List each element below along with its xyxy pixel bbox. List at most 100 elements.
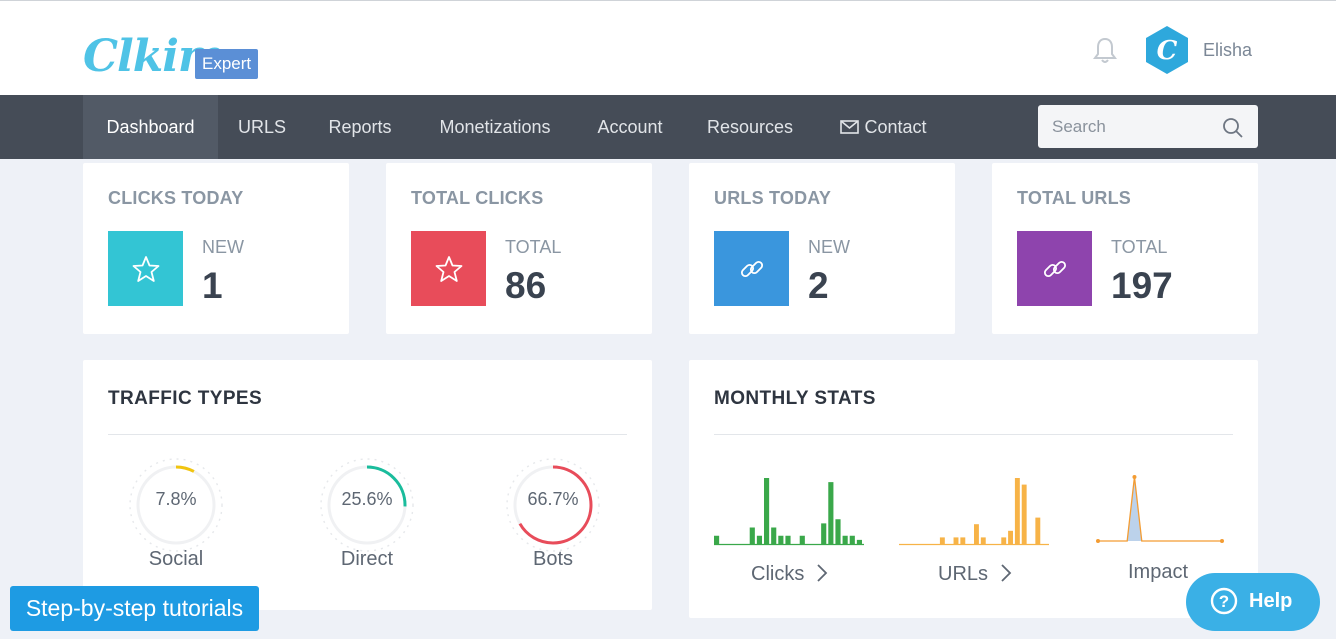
bar — [849, 535, 855, 544]
chevron-right-icon — [817, 564, 828, 582]
divider — [714, 434, 1233, 435]
gauge-bots: 66.7% Bots — [503, 455, 603, 585]
bar — [778, 535, 784, 544]
impact-point — [1096, 539, 1100, 543]
bar — [1001, 537, 1007, 544]
stat-title: CLICKS TODAY — [108, 188, 244, 208]
stat-label: TOTAL — [505, 237, 562, 257]
bar — [1021, 484, 1027, 544]
impact-point — [1220, 539, 1224, 543]
nav-item-urls[interactable]: URLS — [228, 95, 296, 159]
bar — [960, 537, 966, 544]
stat-icon-box — [1017, 231, 1092, 306]
gauge-percent: 25.6% — [341, 489, 393, 509]
bar — [856, 539, 862, 544]
bar — [1035, 517, 1041, 544]
divider — [108, 434, 627, 435]
link-icon — [1043, 260, 1066, 277]
search-icon[interactable] — [1221, 116, 1245, 140]
question-icon: ? — [1210, 587, 1238, 615]
nav-item-reports[interactable]: Reports — [316, 95, 404, 159]
gauge-label: Bots — [532, 548, 574, 570]
stat-icon-box — [411, 231, 486, 306]
nav-item-account[interactable]: Account — [585, 95, 675, 159]
impact-area-chart[interactable] — [1096, 470, 1224, 546]
header: Clkim Expert C Elisha — [0, 0, 1336, 95]
stat-label: NEW — [202, 237, 244, 257]
bar — [974, 524, 979, 544]
gauge-label: Social — [148, 548, 204, 570]
main-nav: Dashboard URLS Reports Monetizations Acc… — [0, 95, 1336, 159]
help-button[interactable]: ? Help — [1186, 573, 1320, 631]
bar — [953, 537, 959, 544]
panel-title: MONTHLY STATS — [714, 388, 876, 409]
bell-icon[interactable] — [1091, 36, 1119, 66]
clicks-label: Clicks — [751, 563, 805, 585]
urls-label: URLs — [938, 563, 989, 585]
stat-card-total-clicks: TOTAL CLICKS TOTAL 86 — [386, 163, 652, 334]
search-box — [1038, 105, 1258, 148]
bar — [939, 537, 945, 544]
gauge-social: 7.8% Social — [126, 455, 226, 585]
bar — [828, 482, 834, 544]
stat-value: 86 — [505, 265, 547, 306]
stat-title: TOTAL CLICKS — [411, 188, 544, 208]
star-icon — [435, 255, 462, 282]
bar — [714, 535, 720, 544]
stat-title: URLS TODAY — [714, 188, 832, 208]
bar — [835, 519, 841, 544]
stat-icon-box — [714, 231, 789, 306]
bar — [980, 537, 986, 544]
urls-bar-chart[interactable] — [899, 470, 1049, 546]
tutorials-button[interactable]: Step-by-step tutorials — [10, 586, 259, 631]
avatar[interactable]: C — [1145, 25, 1189, 75]
stat-icon-box — [108, 231, 183, 306]
gauge-percent: 7.8% — [155, 489, 197, 509]
monthly-stats-panel: MONTHLY STATS Clicks URLs Impact — [689, 360, 1258, 618]
bar — [771, 527, 777, 544]
bar — [1008, 530, 1013, 544]
impact-point — [1132, 475, 1137, 479]
nav-item-monetizations[interactable]: Monetizations — [424, 95, 566, 159]
nav-item-contact[interactable]: Contact — [836, 95, 931, 159]
link-icon — [740, 260, 763, 277]
envelope-icon — [840, 120, 860, 134]
impact-line — [1098, 476, 1222, 542]
nav-contact-label: Contact — [864, 117, 927, 137]
bar — [764, 478, 770, 544]
svg-text:C: C — [1157, 36, 1178, 66]
stat-card-clicks-today: CLICKS TODAY NEW 1 — [83, 163, 349, 334]
bar — [799, 535, 805, 544]
stat-label: TOTAL — [1111, 237, 1168, 257]
stat-title: TOTAL URLS — [1017, 188, 1131, 208]
gauge-direct: 25.6% Direct — [317, 455, 417, 585]
nav-item-dashboard[interactable]: Dashboard — [83, 95, 218, 159]
bar — [842, 535, 848, 544]
svg-text:?: ? — [1219, 592, 1229, 611]
gauge-percent: 66.7% — [527, 489, 579, 509]
nav-item-resources[interactable]: Resources — [695, 95, 805, 159]
urls-link[interactable]: URLs — [938, 563, 1012, 586]
impact-area — [1098, 477, 1222, 541]
bar — [821, 523, 827, 544]
bar — [756, 535, 762, 544]
clicks-link[interactable]: Clicks — [751, 563, 828, 586]
star-icon — [132, 255, 159, 282]
stat-card-total-urls: TOTAL URLS TOTAL 197 — [992, 163, 1258, 334]
stat-card-urls-today: URLS TODAY NEW 2 — [689, 163, 955, 334]
stat-value: 1 — [202, 265, 223, 306]
help-label: Help — [1249, 590, 1293, 612]
impact-label[interactable]: Impact — [1128, 561, 1188, 584]
search-input[interactable] — [1038, 105, 1218, 148]
stat-value: 2 — [808, 265, 829, 306]
plan-badge: Expert — [195, 49, 259, 79]
user-name[interactable]: Elisha — [1203, 40, 1252, 61]
traffic-types-panel: TRAFFIC TYPES 7.8% Social 25.6% Direct 6… — [83, 360, 652, 610]
bar — [749, 527, 755, 544]
bar — [1014, 478, 1020, 544]
clicks-bar-chart[interactable] — [714, 470, 864, 546]
stat-value: 197 — [1111, 265, 1173, 306]
chevron-right-icon — [1000, 564, 1011, 582]
panel-title: TRAFFIC TYPES — [108, 388, 263, 409]
gauge-label: Direct — [340, 548, 394, 570]
